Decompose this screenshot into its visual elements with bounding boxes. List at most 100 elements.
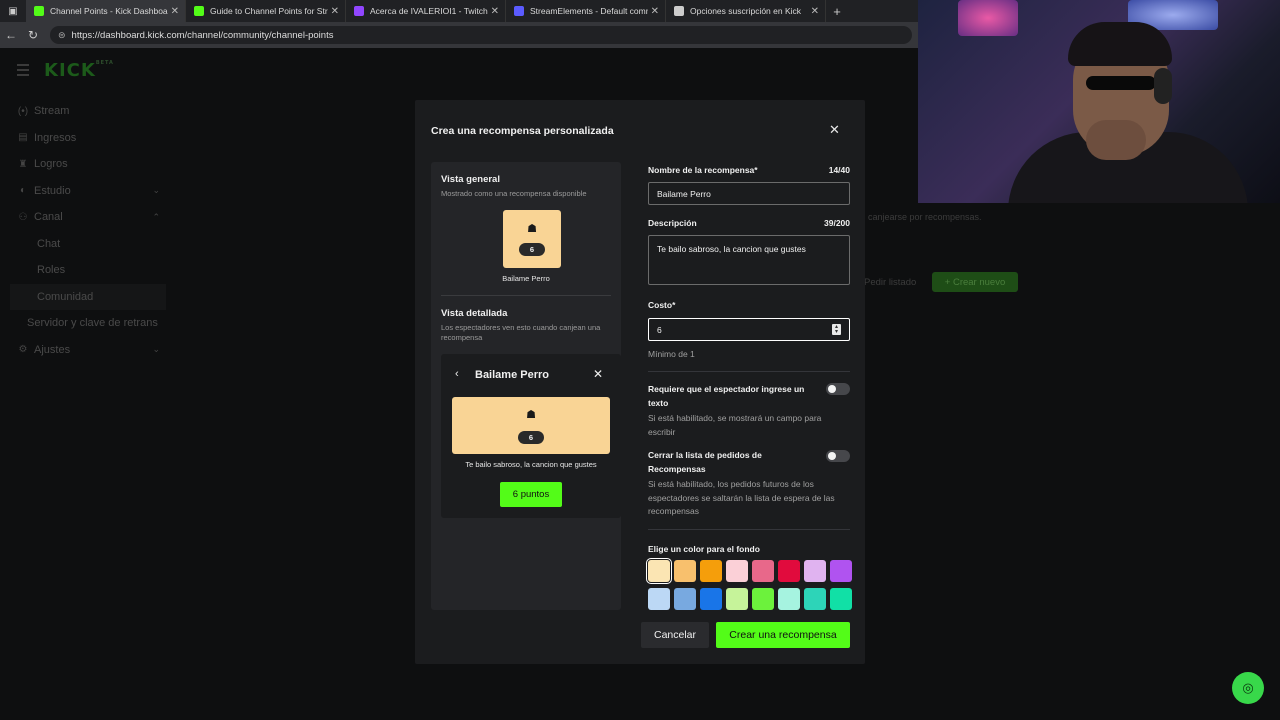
tab-label: Channel Points - Kick Dashboard xyxy=(50,6,168,16)
chevron-up-icon: ⌃ xyxy=(152,211,160,222)
tab-close-icon[interactable]: ✕ xyxy=(331,6,339,17)
tab-close-icon[interactable]: ✕ xyxy=(491,6,499,17)
browser-tab[interactable]: StreamElements - Default comma ✕ xyxy=(506,0,666,22)
tab-favicon-icon xyxy=(674,6,684,16)
modal-title: Crea una recompensa personalizada xyxy=(431,125,614,137)
close-icon[interactable]: ✕ xyxy=(829,122,840,138)
request-list-button[interactable]: Pedir listado xyxy=(864,277,916,288)
url-field[interactable]: ⊜ https://dashboard.kick.com/channel/com… xyxy=(50,26,912,44)
sidebar-item-canal[interactable]: ⚇ Canal ⌃ xyxy=(10,204,166,231)
reload-icon[interactable]: ↻ xyxy=(22,28,44,42)
color-swatch[interactable] xyxy=(804,588,826,610)
reward-preview-panel: Vista general Mostrado como una recompen… xyxy=(431,162,621,610)
create-reward-button[interactable]: Crear una recompensa xyxy=(716,622,850,648)
color-swatch[interactable] xyxy=(700,588,722,610)
color-swatch[interactable] xyxy=(778,588,800,610)
color-swatch[interactable] xyxy=(646,558,672,584)
new-tab-button[interactable]: + xyxy=(826,4,848,19)
color-swatch[interactable] xyxy=(674,588,696,610)
browser-tab[interactable]: Guide to Channel Points for Strea ✕ xyxy=(186,0,346,22)
address-bar: ← ↻ ⊜ https://dashboard.kick.com/channel… xyxy=(0,22,920,48)
form-divider xyxy=(648,529,850,530)
support-icon[interactable]: ◎ xyxy=(1232,672,1264,704)
browser-tab-bar: ▣ Channel Points - Kick Dashboard ✕ Guide … xyxy=(0,0,920,22)
sidebar-item-comunidad[interactable]: Comunidad xyxy=(10,283,166,310)
chevron-left-icon[interactable]: ‹ xyxy=(455,368,459,380)
close-queue-label: Cerrar la lista de pedidos de Recompensa… xyxy=(648,450,762,474)
overview-title: Vista general xyxy=(441,174,500,185)
sidebar-item-roles[interactable]: Roles xyxy=(10,257,166,284)
tab-label: Acerca de IVALERIOI1 - Twitch xyxy=(370,6,488,16)
detail-description: Te bailo sabroso, la cancion que gustes xyxy=(465,460,597,469)
sidebar-item-chat[interactable]: Chat xyxy=(10,231,166,258)
reward-name-preview: Bailame Perro xyxy=(502,274,550,283)
color-swatch[interactable] xyxy=(648,588,670,610)
name-label: Nombre de la recompensa* xyxy=(648,165,758,175)
tab-label: StreamElements - Default comma xyxy=(530,6,648,16)
sidebar-item-logros[interactable]: ♜ Logros xyxy=(10,151,166,178)
gear-icon: ⚙ xyxy=(18,344,28,356)
color-swatch[interactable] xyxy=(674,560,696,582)
kick-logo[interactable]: KICKBETA xyxy=(44,60,114,81)
cost-input[interactable]: 6 ▴ ▾ xyxy=(648,318,850,341)
tab-favicon-icon xyxy=(514,6,524,16)
menu-icon[interactable] xyxy=(17,64,29,79)
number-stepper-icon[interactable]: ▴ ▾ xyxy=(832,324,841,335)
back-icon[interactable]: ← xyxy=(0,28,22,42)
trophy-icon: ♜ xyxy=(18,158,28,170)
create-new-button[interactable]: + Crear nuevo xyxy=(932,272,1018,292)
gift-icon: ☗ xyxy=(527,223,537,235)
cost-label: Costo* xyxy=(648,300,676,310)
cost-hint: Mínimo de 1 xyxy=(648,349,695,359)
color-swatch[interactable] xyxy=(752,560,774,582)
site-info-icon[interactable]: ⊜ xyxy=(58,30,66,41)
close-queue-toggle[interactable] xyxy=(826,450,850,462)
close-queue-hint: Si está habilitado, los pedidos futuros … xyxy=(648,479,835,516)
reward-cost-badge: 6 xyxy=(518,431,544,444)
reward-tile-small: ☗ 6 xyxy=(503,210,561,268)
color-swatch[interactable] xyxy=(700,560,722,582)
color-swatch[interactable] xyxy=(752,588,774,610)
browser-tab[interactable]: Acerca de IVALERIOI1 - Twitch ✕ xyxy=(346,0,506,22)
tab-close-icon[interactable]: ✕ xyxy=(651,6,659,17)
tab-favicon-icon xyxy=(34,6,44,16)
name-char-count: 14/40 xyxy=(828,165,850,175)
cancel-button[interactable]: Cancelar xyxy=(641,622,709,648)
tab-close-icon[interactable]: ✕ xyxy=(171,6,179,17)
reward-name-value: Bailame Perro xyxy=(657,188,711,199)
reward-cost-badge: 6 xyxy=(519,243,545,256)
reward-tile-large: ☗ 6 xyxy=(452,397,610,454)
browser-tab[interactable]: Channel Points - Kick Dashboard ✕ xyxy=(26,0,186,22)
sidebar-item-ajustes[interactable]: ⚙ Ajustes ⌄ xyxy=(10,337,166,364)
sidebar-item-servidor[interactable]: Servidor y clave de retrans xyxy=(10,310,166,337)
require-text-label: Requiere que el espectador ingrese un te… xyxy=(648,384,805,408)
color-swatch[interactable] xyxy=(726,588,748,610)
redeem-points-button[interactable]: 6 puntos xyxy=(500,482,562,507)
chevron-down-icon: ⌄ xyxy=(152,185,160,196)
reward-name-input[interactable]: Bailame Perro xyxy=(648,182,850,205)
background-hint-text: canjearse por recompensas. xyxy=(868,212,982,222)
require-text-toggle[interactable] xyxy=(826,383,850,395)
description-char-count: 39/200 xyxy=(824,218,850,228)
sidebar-item-stream[interactable]: (•) Stream xyxy=(10,98,166,125)
color-swatch[interactable] xyxy=(830,560,852,582)
tab-favicon-icon xyxy=(354,6,364,16)
color-label: Elige un color para el fondo xyxy=(648,544,760,554)
description-textarea[interactable]: Te bailo sabroso, la cancion que gustes xyxy=(648,235,850,285)
close-icon[interactable]: ✕ xyxy=(593,367,603,381)
browser-tab[interactable]: Opciones suscripción en Kick ✕ xyxy=(666,0,826,22)
tab-close-icon[interactable]: ✕ xyxy=(811,6,819,17)
url-text: https://dashboard.kick.com/channel/commu… xyxy=(71,29,334,41)
window-menu-icon[interactable]: ▣ xyxy=(0,0,26,22)
color-swatch[interactable] xyxy=(726,560,748,582)
create-reward-modal: Crea una recompensa personalizada ✕ Vist… xyxy=(415,100,865,664)
color-swatch[interactable] xyxy=(778,560,800,582)
tab-label: Opciones suscripción en Kick xyxy=(690,6,802,16)
color-swatch[interactable] xyxy=(830,588,852,610)
tab-favicon-icon xyxy=(194,6,204,16)
chevron-down-icon: ⌄ xyxy=(152,344,160,355)
color-swatch[interactable] xyxy=(804,560,826,582)
sidebar-item-estudio[interactable]: ◐ Estudio ⌄ xyxy=(10,178,166,205)
gift-icon: ☗ xyxy=(526,409,536,421)
sidebar-item-ingresos[interactable]: ▤ Ingresos xyxy=(10,125,166,152)
